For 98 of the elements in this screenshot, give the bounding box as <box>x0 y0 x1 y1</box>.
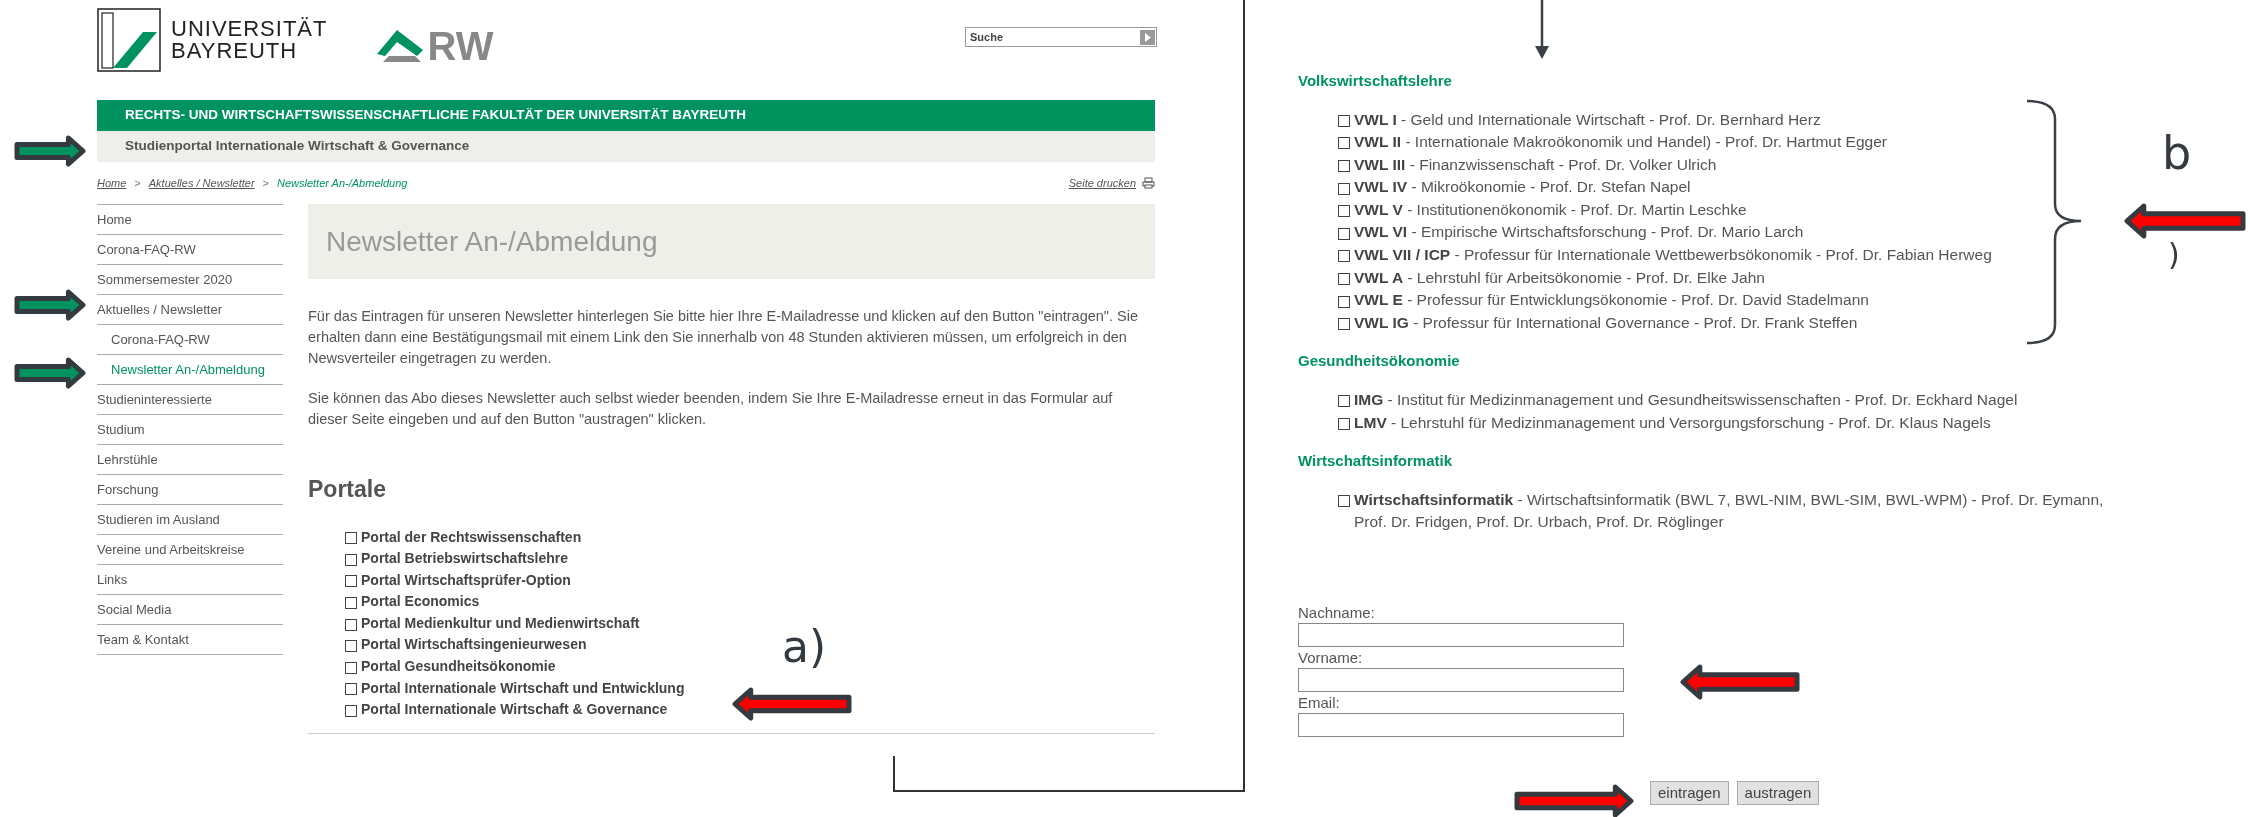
sidebar-item[interactable]: Sommersemester 2020 <box>97 264 283 294</box>
checkbox-label: Portal Internationale Wirtschaft und Entwicklung <box>361 678 685 698</box>
annotation-label: ) <box>2168 240 2180 270</box>
breadcrumb-link[interactable]: Aktuelles / Newsletter <box>148 174 255 192</box>
list-entry: VWL VI - Empirische Wirtschaftsforschung - Prof. Dr. Mario Larch <box>1354 222 1804 243</box>
list-entry: VWL VII / ICP - Professur für Internationale Wettbewerbsökonomik - Prof. Dr. Fabian Herweg <box>1354 245 1992 266</box>
sidebar-item[interactable]: Studieninteressierte <box>97 384 283 414</box>
sidebar-item[interactable]: Vereine und Arbeitskreise <box>97 534 283 564</box>
checkbox[interactable] <box>345 597 357 610</box>
checkbox-label: Portal der Rechtswissenschaften <box>361 527 582 547</box>
checkbox[interactable] <box>1338 494 1350 507</box>
logo-text: BAYREUTH <box>171 40 299 62</box>
university-logo-icon <box>97 8 161 72</box>
sidebar-item[interactable]: Corona-FAQ-RW <box>97 324 283 354</box>
breadcrumb-separator: > <box>134 175 141 191</box>
search-submit-icon[interactable] <box>1140 29 1155 45</box>
checkbox-label: Portal Internationale Wirtschaft & Governance <box>361 700 668 720</box>
list-entry: IMG - Institut für Medizinmanagement und Gesundheitswissenschaften - Prof. Dr. Eckhard Nagel <box>1354 389 2018 410</box>
form-button[interactable]: austragen <box>1736 780 1820 805</box>
paragraph: Sie können das Abo dieses Newsletter auch selbst wieder beenden, indem Sie Ihre E-Mailadresse erneut in das Formular auf dieser Seite eingeben und auf den Button "austragen" klicken. <box>308 389 1114 429</box>
rw-logo-text: RW <box>427 26 494 66</box>
section-heading: Gesundheitsökonomie <box>1298 351 1461 372</box>
checkbox-label: Portal Wirtschaftsprüfer-Option <box>361 570 571 590</box>
checkbox[interactable] <box>1338 295 1350 308</box>
print-link[interactable]: Seite drucken <box>1068 174 1136 192</box>
sidebar-item[interactable]: Newsletter An-/Abmeldung <box>97 354 283 384</box>
input-field[interactable] <box>1298 667 1624 692</box>
checkbox-label: Portal Gesundheitsökonomie <box>361 657 556 677</box>
portal-bar: Studienportal Internationale Wirtschaft & Governance <box>97 131 1155 162</box>
checkbox[interactable] <box>1338 318 1350 331</box>
checkbox[interactable] <box>345 661 357 674</box>
pointer-arrow <box>14 357 86 389</box>
checkbox[interactable] <box>1338 395 1350 408</box>
sidebar-item[interactable]: Links <box>97 564 283 594</box>
checkbox-label: Portal Betriebswirtschaftslehre <box>361 549 568 569</box>
breadcrumb-link[interactable]: Home <box>97 174 127 192</box>
checkbox[interactable] <box>1338 182 1350 195</box>
down-arrow-icon <box>1533 0 1551 60</box>
checkbox[interactable] <box>345 640 357 653</box>
field-label: Nachname: <box>1298 602 1376 623</box>
section-heading: Wirtschaftsinformatik <box>1298 451 1454 472</box>
pointer-arrow <box>14 289 86 321</box>
checkbox[interactable] <box>1338 227 1350 240</box>
list-entry: VWL A - Lehrstuhl für Arbeitsökonomie - Prof. Dr. Elke Jahn <box>1354 267 1765 288</box>
checkbox[interactable] <box>345 553 357 566</box>
checkbox[interactable] <box>1338 137 1350 150</box>
pointer-arrow <box>14 135 86 167</box>
section-heading: Volkswirtschaftslehre <box>1298 71 1453 91</box>
checkbox[interactable] <box>345 575 357 588</box>
annotation-label: b <box>2162 130 2192 176</box>
field-label: Vorname: <box>1298 647 1364 668</box>
paragraph: Für das Eintragen für unseren Newsletter hinterlegen Sie bitte hier Ihre E-Mailadresse und klicken auf den Button "eintragen". Sie erhalten dann eine Bestätigungsmail mit einem Link den Sie innerhalb von 48 Stunden aktivieren müssen, um erfolgreich in den Newsverteiler eingetragen zu werden. <box>308 307 1139 368</box>
checkbox[interactable] <box>1338 160 1350 172</box>
breadcrumb-link[interactable]: Newsletter An-/Abmeldung <box>277 174 408 192</box>
sidebar-item[interactable]: Studieren im Ausland <box>97 504 283 534</box>
field-label: Email: <box>1298 692 1341 713</box>
sidebar-item[interactable]: Lehrstühle <box>97 444 283 474</box>
list-entry: VWL IG - Professur für International Governance - Prof. Dr. Frank Steffen <box>1354 312 1858 333</box>
list-entry: VWL I - Geld und Internationale Wirtschaft - Prof. Dr. Bernhard Herz <box>1354 109 1821 130</box>
sidebar-item[interactable]: Social Media <box>97 594 283 624</box>
printer-icon[interactable] <box>1142 177 1155 189</box>
list-entry: VWL V - Institutionenökonomik - Prof. Dr. Martin Leschke <box>1354 199 1747 220</box>
breadcrumb-separator: > <box>262 175 269 191</box>
list-entry: VWL IV - Mikroökonomie - Prof. Dr. Stefan Napel <box>1354 177 1691 198</box>
logo-text: UNIVERSITÄT <box>171 18 328 40</box>
list-entry: VWL II - Internationale Makroökonomik und Handel) - Prof. Dr. Hartmut Egger <box>1354 132 1887 153</box>
checkbox[interactable] <box>1338 272 1350 285</box>
checkbox[interactable] <box>1338 250 1350 263</box>
input-field[interactable] <box>1298 712 1624 737</box>
input-field[interactable] <box>1298 622 1624 647</box>
checkbox[interactable] <box>1338 114 1350 127</box>
section-heading: Portale <box>308 475 387 504</box>
checkbox[interactable] <box>345 618 357 631</box>
search-field[interactable]: Suche <box>965 27 1157 47</box>
form-button[interactable]: eintragen <box>1650 780 1729 805</box>
checkbox[interactable] <box>1338 417 1350 430</box>
sidebar-item[interactable]: Team & Kontakt <box>97 624 283 654</box>
checkbox[interactable] <box>345 683 357 696</box>
checkbox-label: Portal Wirtschaftsingenieurwesen <box>361 635 587 655</box>
faculty-bar: RECHTS- UND WIRTSCHAFTSWISSENSCHAFTLICHE FAKULTÄT DER UNIVERSITÄT BAYREUTH <box>97 100 1155 131</box>
list-entry: Wirtschaftsinformatik - Wirtschaftsinformatik (BWL 7, BWL-NIM, BWL-SIM, BWL-WPM) - Prof. Dr. Eymann, Prof. Dr. Fridgen, Prof. Dr. Urbach, Prof. Dr. Röglinger <box>1354 489 2105 533</box>
sidebar-item[interactable]: Corona-FAQ-RW <box>97 234 283 264</box>
list-entry: LMV - Lehrstuhl für Medizinmanagement und Versorgungsforschung - Prof. Dr. Klaus Nagels <box>1354 412 1991 433</box>
checkbox-label: Portal Medienkultur und Medienwirtschaft <box>361 613 640 633</box>
checkbox[interactable] <box>345 705 357 718</box>
list-entry: VWL III - Finanzwissenschaft - Prof. Dr. Volker Ulrich <box>1354 154 1717 175</box>
brace-icon <box>2025 99 2083 345</box>
checkbox[interactable] <box>1338 205 1350 218</box>
annotation-label: a) <box>782 625 827 669</box>
page-title: Newsletter An-/Abmeldung <box>326 224 658 259</box>
roof-logo-icon <box>377 28 426 64</box>
sidebar-item[interactable]: Aktuelles / Newsletter <box>97 294 283 324</box>
sidebar-item[interactable]: Studium <box>97 414 283 444</box>
sidebar-item[interactable]: Home <box>97 204 283 234</box>
sidebar-item[interactable]: Forschung <box>97 474 283 504</box>
checkbox[interactable] <box>345 532 357 545</box>
checkbox-label: Portal Economics <box>361 592 480 612</box>
list-entry: VWL E - Professur für Entwicklungsökonomie - Prof. Dr. David Stadelmann <box>1354 290 1869 311</box>
